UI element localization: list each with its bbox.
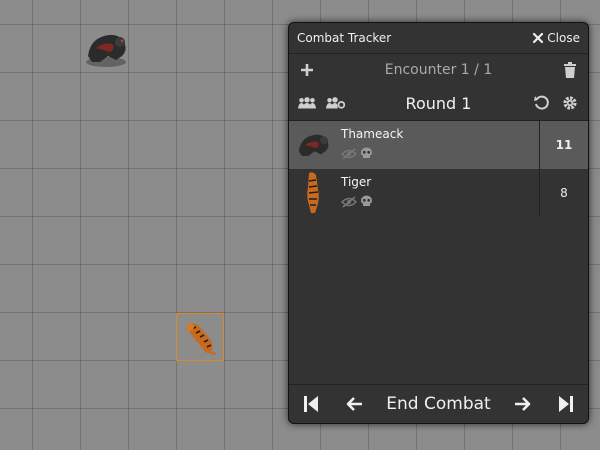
combatant-list: Thameack 11 Tiger 8: [289, 121, 588, 217]
arrow-left-icon: [346, 397, 362, 411]
first-turn-button[interactable]: [301, 394, 321, 414]
combatant-row[interactable]: Tiger 8: [289, 169, 588, 217]
round-label: Round 1: [405, 93, 472, 113]
users-icon: [297, 97, 317, 109]
combatant-portrait[interactable]: [289, 121, 337, 169]
thameack-portrait: [298, 134, 329, 156]
trash-icon: [564, 62, 576, 78]
toggle-visibility-button[interactable]: [340, 193, 358, 212]
combatant-initiative[interactable]: 8: [539, 169, 588, 217]
delete-encounter-button[interactable]: [560, 60, 580, 80]
tiger-portrait: [307, 172, 319, 213]
eye-slash-icon: [340, 148, 358, 160]
toggle-defeated-button[interactable]: [360, 193, 373, 212]
users-cog-icon: [325, 97, 345, 109]
encounter-label: Encounter 1 / 1: [384, 62, 493, 78]
encounter-row: Encounter 1 / 1: [289, 54, 588, 86]
skull-icon: [361, 195, 372, 206]
close-label: Close: [547, 31, 580, 45]
thameack-token[interactable]: [78, 26, 134, 70]
first-turn-icon: [304, 396, 318, 412]
gear-icon: [563, 96, 577, 110]
toggle-visibility-button[interactable]: [340, 145, 358, 164]
tracker-settings-button[interactable]: [560, 93, 580, 113]
roll-all-button[interactable]: [297, 93, 317, 113]
end-combat-button[interactable]: End Combat: [386, 394, 490, 414]
close-icon: [533, 32, 544, 44]
skull-icon: [361, 147, 372, 158]
eye-slash-icon: [340, 196, 358, 208]
combatant-name: Thameack: [341, 127, 404, 141]
reset-initiative-button[interactable]: [532, 93, 552, 113]
combatant-portrait[interactable]: [289, 169, 337, 217]
close-button[interactable]: Close: [532, 31, 580, 45]
next-turn-button[interactable]: [513, 394, 533, 414]
arrow-right-icon: [515, 397, 531, 411]
roll-npcs-button[interactable]: [325, 93, 345, 113]
combatant-name: Tiger: [341, 175, 372, 189]
add-encounter-button[interactable]: [297, 60, 317, 80]
undo-icon: [533, 95, 549, 110]
plus-icon: [301, 64, 313, 76]
combatant-row[interactable]: Thameack 11: [289, 121, 588, 169]
last-turn-icon: [558, 396, 573, 412]
tracker-title: Combat Tracker: [297, 31, 392, 45]
last-turn-button[interactable]: [556, 394, 576, 414]
combatant-initiative[interactable]: 11: [539, 121, 588, 169]
tracker-footer: End Combat: [289, 384, 588, 423]
tiger-token[interactable]: [178, 315, 222, 359]
toggle-defeated-button[interactable]: [360, 145, 373, 164]
tracker-header: Combat Tracker Close: [289, 23, 588, 54]
round-row: Round 1: [289, 86, 588, 121]
combat-tracker-panel: Combat Tracker Close Encounter 1 / 1 Rou…: [288, 22, 589, 424]
previous-turn-button[interactable]: [344, 394, 364, 414]
